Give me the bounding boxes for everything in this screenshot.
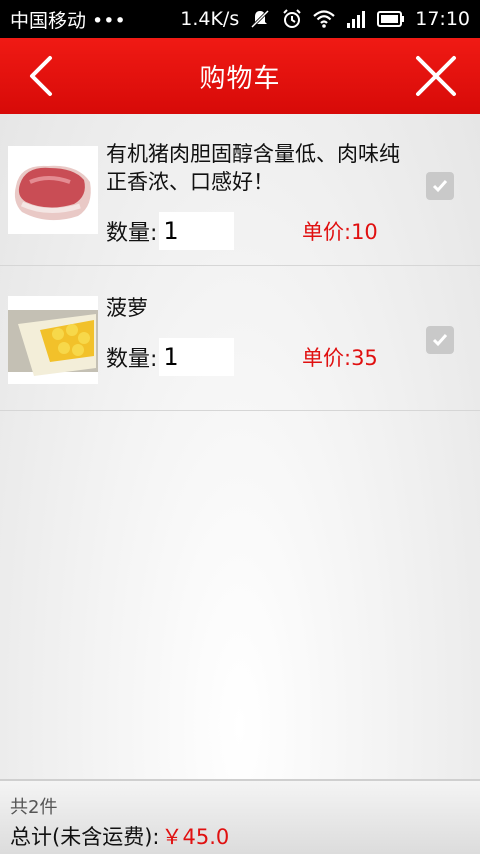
item-checkbox[interactable] — [426, 172, 454, 200]
alarm-icon — [283, 9, 301, 28]
checkmark-icon — [432, 334, 448, 347]
carrier-label: 中国移动 ••• — [10, 9, 126, 32]
quantity-row: 数量: 1 — [106, 338, 235, 376]
product-name: 有机猪肉胆固醇含量低、肉味纯正香浓、口感好！ — [106, 142, 400, 194]
cart-item[interactable]: 有机猪肉胆固醇含量低、肉味纯正香浓、口感好！ 数量: 1 单价:10 — [0, 114, 480, 266]
header-bar: 购物车 — [0, 38, 480, 114]
cart-item[interactable]: 菠萝 数量: 1 单价:35 — [0, 266, 480, 411]
signal-icon — [347, 11, 366, 28]
quantity-input[interactable]: 1 — [159, 338, 235, 376]
quantity-label: 数量: — [106, 347, 158, 372]
wifi-icon — [313, 10, 335, 28]
total-value: ￥45.0 — [161, 825, 230, 849]
unit-price: 单价:35 — [302, 346, 378, 370]
page-title: 购物车 — [199, 63, 281, 94]
product-image-pork — [8, 146, 98, 234]
status-right: 1.4K/s 17:10 — [180, 8, 470, 30]
item-count: 共2件 — [10, 797, 58, 818]
quantity-label: 数量: — [106, 221, 158, 246]
cart-summary: 共2件 总计(未含运费): ￥45.0 — [0, 779, 480, 854]
battery-icon — [377, 11, 405, 27]
back-arrow-icon[interactable] — [22, 52, 66, 100]
checkmark-icon — [432, 180, 448, 193]
total-label: 总计(未含运费): — [10, 825, 160, 849]
network-speed: 1.4K/s — [180, 8, 240, 30]
quantity-input[interactable]: 1 — [159, 212, 235, 250]
close-icon[interactable] — [414, 54, 458, 98]
quantity-row: 数量: 1 — [106, 212, 235, 250]
cart-list: 有机猪肉胆固醇含量低、肉味纯正香浓、口感好！ 数量: 1 单价:10 菠萝 数量… — [0, 114, 480, 411]
unit-price: 单价:10 — [302, 220, 378, 244]
total-row: 总计(未含运费): ￥45.0 — [10, 821, 229, 851]
product-image-pineapple — [8, 296, 98, 384]
status-bar: 中国移动 ••• 1.4K/s 17:10 — [0, 0, 480, 38]
muted-notification-icon — [251, 9, 270, 29]
clock: 17:10 — [415, 8, 470, 30]
item-checkbox[interactable] — [426, 326, 454, 354]
product-name: 菠萝 — [106, 296, 148, 320]
